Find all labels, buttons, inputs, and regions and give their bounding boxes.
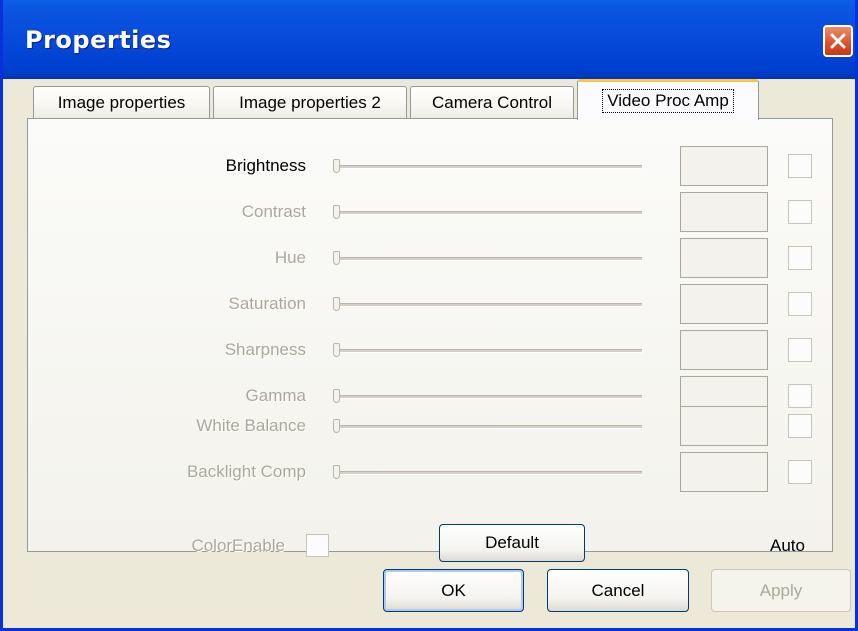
contrast-row: Contrast (28, 192, 834, 238)
contrast-auto-checkbox[interactable] (788, 200, 812, 224)
white-balance-label: White Balance (196, 416, 306, 435)
window-title: Properties (25, 26, 172, 54)
default-button[interactable]: Default (439, 524, 585, 562)
cancel-button-label: Cancel (591, 580, 645, 600)
close-icon (830, 33, 846, 49)
tab-image-properties-2[interactable]: Image properties 2 (213, 86, 407, 118)
hue-slider-track[interactable] (336, 257, 642, 261)
backlight-comp-auto-checkbox[interactable] (788, 460, 812, 484)
gamma-label: Gamma (245, 386, 306, 405)
contrast-slider-track[interactable] (336, 211, 642, 215)
auto-column-label: Auto (770, 536, 805, 555)
gamma-auto-checkbox[interactable] (788, 384, 812, 408)
backlight-comp-slider-track[interactable] (336, 471, 642, 475)
sharpness-row: Sharpness (28, 330, 834, 376)
white-balance-row: White Balance (28, 406, 834, 452)
saturation-row: Saturation (28, 284, 834, 330)
ok-button[interactable]: OK (383, 569, 524, 612)
hue-value-box[interactable] (680, 238, 768, 278)
white-balance-slider-thumb[interactable] (333, 419, 340, 433)
tab-label: Video Proc Amp (602, 89, 734, 113)
color-enable-label: ColorEnable (191, 536, 285, 555)
backlight-comp-value-box[interactable] (680, 452, 768, 492)
contrast-value-box[interactable] (680, 192, 768, 232)
hue-label: Hue (274, 248, 306, 267)
hue-auto-checkbox[interactable] (788, 246, 812, 270)
saturation-value-box[interactable] (680, 284, 768, 324)
properties-dialog: Properties Image properties Image proper… (0, 0, 858, 631)
saturation-label: Saturation (228, 294, 307, 313)
sharpness-label: Sharpness (224, 340, 306, 359)
cancel-button[interactable]: Cancel (547, 569, 689, 612)
color-enable-checkbox[interactable] (306, 534, 329, 557)
dialog-client: Image properties Image properties 2 Came… (3, 79, 855, 628)
white-balance-auto-checkbox[interactable] (788, 414, 812, 438)
tab-label: Image properties 2 (239, 92, 381, 112)
backlight-comp-slider-thumb[interactable] (333, 465, 340, 479)
title-bar[interactable]: Properties (3, 0, 855, 79)
default-button-label: Default (485, 533, 539, 552)
sharpness-slider-track[interactable] (336, 349, 642, 353)
white-balance-slider-track[interactable] (336, 425, 642, 429)
sharpness-value-box[interactable] (680, 330, 768, 370)
saturation-slider-thumb[interactable] (333, 297, 340, 311)
tab-video-proc-amp[interactable]: Video Proc Amp (577, 79, 759, 120)
ok-button-label: OK (441, 580, 466, 600)
tab-image-properties[interactable]: Image properties (33, 86, 210, 118)
tab-camera-control[interactable]: Camera Control (410, 86, 574, 118)
tab-label: Camera Control (432, 92, 552, 112)
tab-label: Image properties (57, 92, 186, 112)
close-button[interactable] (823, 25, 853, 57)
hue-row: Hue (28, 238, 834, 284)
white-balance-value-box[interactable] (680, 406, 768, 446)
brightness-slider-track[interactable] (336, 165, 642, 169)
brightness-auto-checkbox[interactable] (788, 154, 812, 178)
tab-panel-video-proc-amp: Brightness Contrast Hue Saturation Sharp… (27, 118, 834, 562)
brightness-slider-thumb[interactable] (333, 159, 340, 173)
contrast-label: Contrast (241, 202, 306, 221)
brightness-row: Brightness (28, 146, 834, 192)
apply-button-label: Apply (759, 580, 803, 600)
gamma-slider-track[interactable] (336, 395, 642, 399)
apply-button[interactable]: Apply (711, 569, 851, 612)
hue-slider-thumb[interactable] (333, 251, 340, 265)
contrast-slider-thumb[interactable] (333, 205, 340, 219)
sharpness-slider-thumb[interactable] (333, 343, 340, 357)
gamma-slider-thumb[interactable] (333, 389, 340, 403)
saturation-slider-track[interactable] (336, 303, 642, 307)
backlight-comp-row: Backlight Comp (28, 452, 834, 498)
saturation-auto-checkbox[interactable] (788, 292, 812, 316)
brightness-value-box[interactable] (680, 146, 768, 186)
brightness-label: Brightness (225, 156, 306, 175)
backlight-comp-label: Backlight Comp (186, 462, 306, 481)
sharpness-auto-checkbox[interactable] (788, 338, 812, 362)
